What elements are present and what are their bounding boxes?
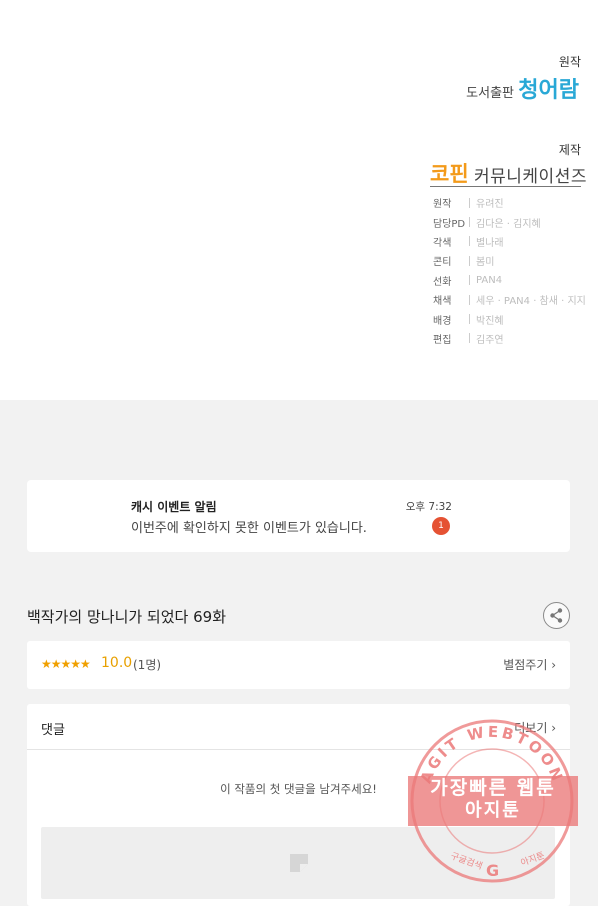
studio-underline <box>430 186 581 187</box>
divider <box>469 236 470 247</box>
notification-title: 캐시 이벤트 알림 <box>131 500 217 514</box>
staff-name: 세우 · PAN4 · 참새 · 지지 <box>476 296 586 308</box>
divider <box>469 333 470 344</box>
staff-role: 편집 <box>433 334 452 346</box>
comments-title: 댓글 <box>41 723 65 738</box>
staff-row: 담당PD 김다은 · 김지혜 <box>433 212 586 231</box>
comment-input-box[interactable] <box>41 827 555 899</box>
staff-name: 박진혜 <box>476 315 504 327</box>
notification-count-badge: 1 <box>432 517 450 535</box>
divider <box>469 217 470 228</box>
comments-card: 댓글 더보기 › 이 작품의 첫 댓글을 남겨주세요! <box>27 704 570 906</box>
credits-panel: 원작 도서출판 청어람 제작 코핀 커뮤니케이션즈 원작 유려진 담당PD 김다은 … <box>0 0 598 400</box>
staff-role: 원작 <box>433 199 452 211</box>
staff-row: 선화 PAN4 <box>433 271 586 290</box>
divider <box>469 197 470 208</box>
divider <box>469 255 470 266</box>
staff-row: 원작 유려진 <box>433 193 586 212</box>
divider <box>469 314 470 325</box>
staff-name: 김주연 <box>476 334 504 346</box>
staff-role: 담당PD <box>433 218 466 230</box>
staff-name: PAN4 <box>476 274 503 286</box>
original-label: 원작 <box>558 55 581 69</box>
staff-name: 봄미 <box>476 257 495 269</box>
staff-role: 콘티 <box>433 257 452 269</box>
production-label: 제작 <box>558 143 581 157</box>
divider <box>27 749 570 750</box>
staff-name: 유려진 <box>476 199 504 211</box>
publisher-small-label: 도서출판 <box>466 86 514 101</box>
staff-row: 편집 김주연 <box>433 329 586 348</box>
staff-role: 각색 <box>433 237 452 249</box>
note-icon <box>290 854 308 872</box>
staff-role: 채색 <box>433 296 452 308</box>
comments-empty-message: 이 작품의 첫 댓글을 남겨주세요! <box>220 782 377 796</box>
episode-title: 백작가의 망나니가 되었다 69화 <box>27 608 226 626</box>
staff-row: 배경 박진혜 <box>433 309 586 328</box>
staff-name: 별나래 <box>476 237 504 249</box>
staff-row: 각색 별나래 <box>433 232 586 251</box>
comments-more-link[interactable]: 더보기 › <box>514 719 556 736</box>
divider <box>469 294 470 305</box>
rating-card: ★★★★★ 10.0 (1명) 별점주기 › <box>27 641 570 689</box>
staff-row: 채색 세우 · PAN4 · 참새 · 지지 <box>433 290 586 309</box>
studio-logo-highlight: 코핀 <box>430 162 469 186</box>
notification-time: 오후 7:32 <box>405 501 452 513</box>
share-icon <box>550 608 563 623</box>
rating-stars: ★★★★★ <box>41 657 91 671</box>
staff-role: 선화 <box>433 276 452 288</box>
rating-count: (1명) <box>133 658 162 672</box>
staff-name: 김다은 · 김지혜 <box>476 218 541 230</box>
rate-button[interactable]: 별점주기 › <box>503 656 556 673</box>
divider <box>469 275 470 286</box>
staff-row: 콘티 봄미 <box>433 251 586 270</box>
staff-role: 배경 <box>433 315 452 327</box>
staff-list: 원작 유려진 담당PD 김다은 · 김지혜 각색 별나래 콘티 봄미 선화 PAN4 채색… <box>433 193 586 348</box>
publisher-logo-text: 청어람 <box>518 78 579 103</box>
cash-event-notification[interactable]: 캐시 이벤트 알림 이번주에 확인하지 못한 이벤트가 있습니다. 오후 7:3… <box>27 480 570 552</box>
share-button[interactable] <box>543 602 570 629</box>
notification-message: 이번주에 확인하지 못한 이벤트가 있습니다. <box>131 521 367 536</box>
studio-logo-text: 커뮤니케이션즈 <box>474 167 587 187</box>
rating-score: 10.0 <box>101 655 133 671</box>
